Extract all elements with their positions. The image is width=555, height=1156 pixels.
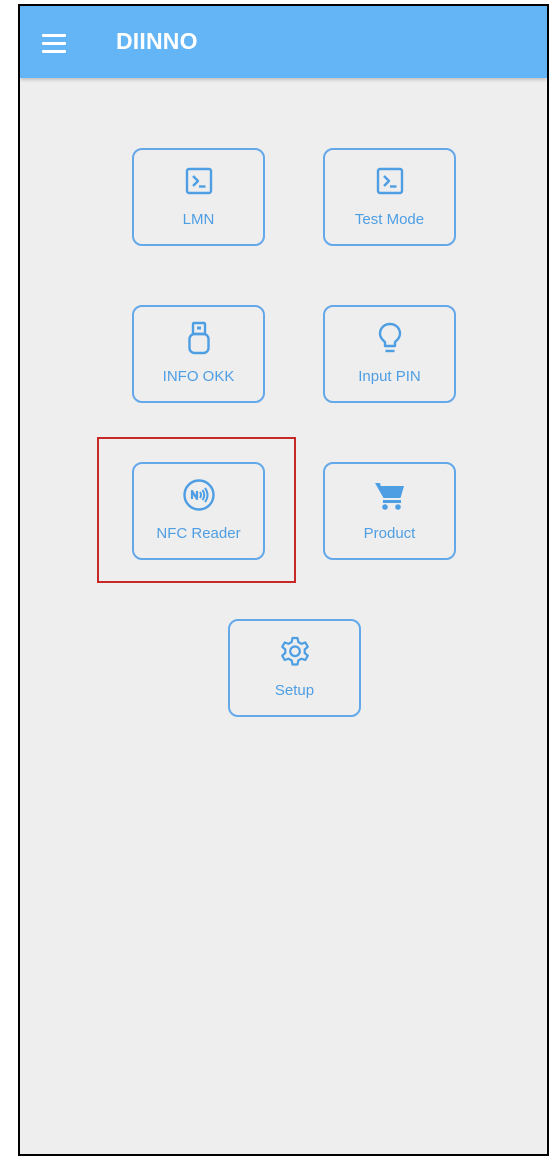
app-title: DIINNO: [116, 28, 198, 54]
input-pin-button[interactable]: Input PIN: [323, 305, 456, 403]
product-label: Product: [363, 525, 416, 542]
hamburger-menu-icon[interactable]: [42, 34, 68, 54]
terminal-icon: [182, 164, 216, 198]
cart-icon: [373, 478, 407, 512]
nfc-reader-button[interactable]: NFC Reader: [132, 462, 265, 560]
app-bar: DIINNO: [20, 6, 547, 78]
terminal-icon: [373, 164, 407, 198]
test-mode-button[interactable]: Test Mode: [323, 148, 456, 246]
info-okk-label: INFO OKK: [162, 368, 235, 385]
nfc-reader-label: NFC Reader: [156, 525, 241, 542]
usb-drive-icon: [182, 321, 216, 355]
lmn-button[interactable]: LMN: [132, 148, 265, 246]
gear-icon: [278, 635, 312, 669]
setup-button[interactable]: Setup: [228, 619, 361, 717]
input-pin-label: Input PIN: [358, 368, 421, 385]
test-mode-label: Test Mode: [354, 211, 425, 228]
nfc-icon: [182, 478, 216, 512]
app-screen: DIINNO LMN Test Mode INFO OKK Input PIN …: [18, 4, 549, 1156]
info-okk-button[interactable]: INFO OKK: [132, 305, 265, 403]
setup-label: Setup: [274, 682, 315, 699]
lmn-label: LMN: [182, 211, 215, 228]
lightbulb-icon: [373, 321, 407, 355]
product-button[interactable]: Product: [323, 462, 456, 560]
